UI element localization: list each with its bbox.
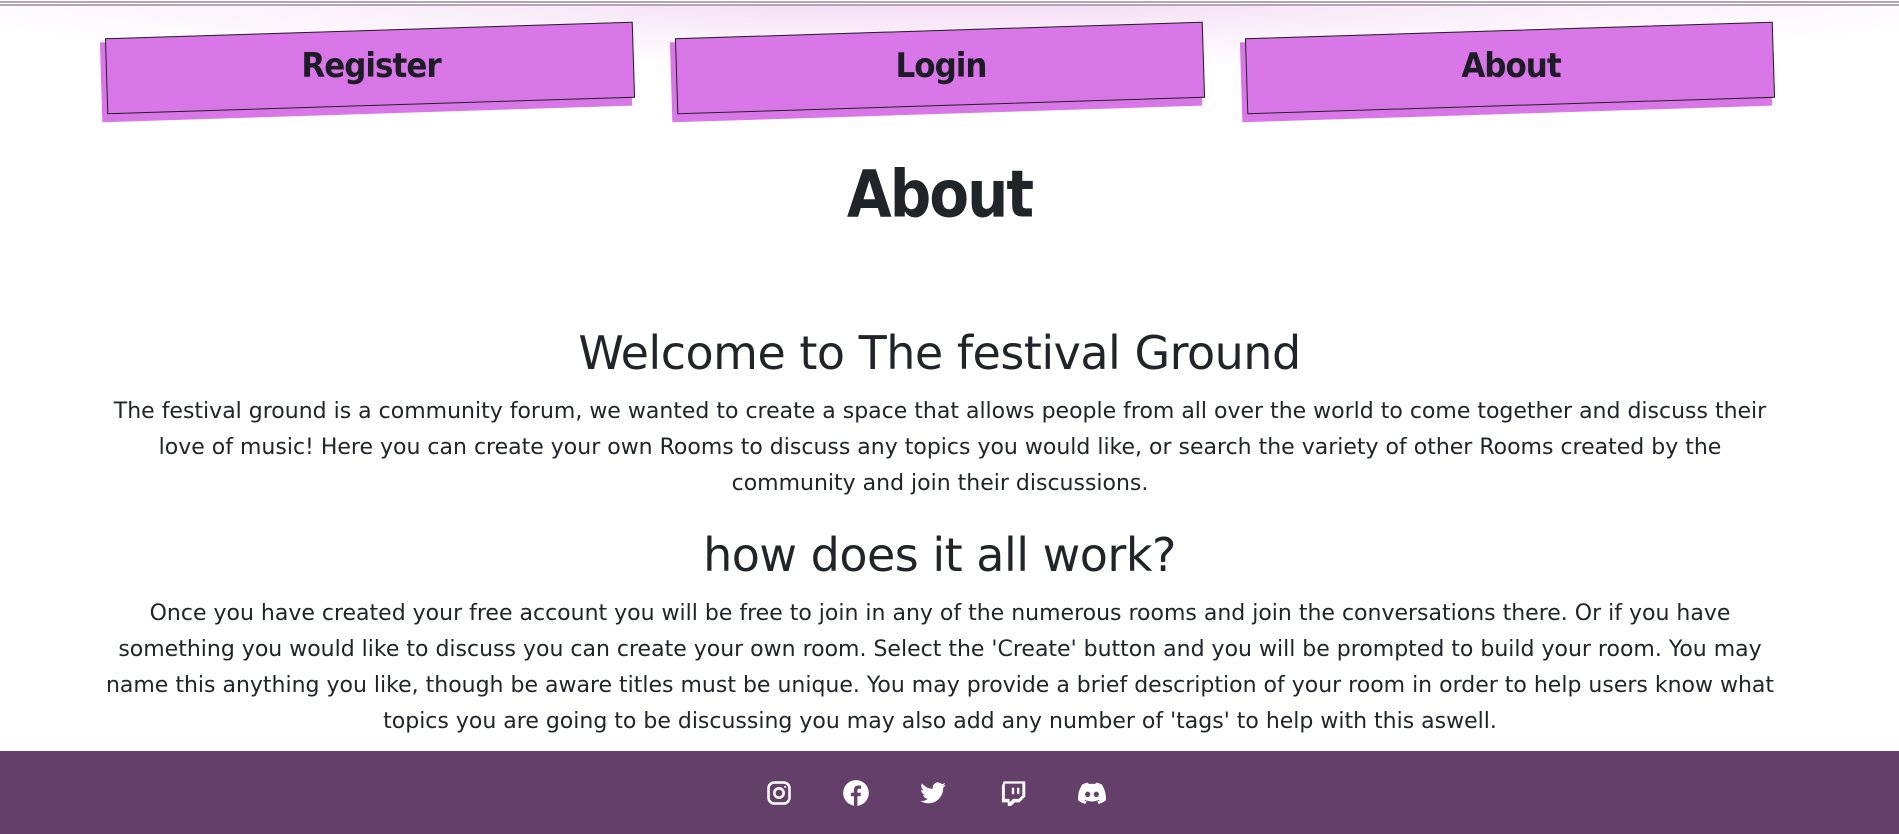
page-title: About (846, 155, 1034, 233)
about-button-label: About (1461, 46, 1561, 86)
about-button[interactable]: About (1239, 21, 1776, 123)
footer (0, 751, 1899, 834)
facebook-icon[interactable] (842, 779, 870, 807)
how-it-works-heading: how does it all work? (703, 528, 1176, 582)
welcome-text: The festival ground is a community forum… (113, 399, 1767, 496)
register-button[interactable]: Register (99, 21, 636, 123)
twitter-icon[interactable] (919, 779, 947, 807)
login-button-label: Login (895, 46, 988, 86)
instagram-icon[interactable] (765, 779, 793, 807)
main-nav: Register Login About (0, 0, 1899, 130)
welcome-heading: Welcome to The festival Ground (578, 326, 1301, 380)
twitch-icon[interactable] (999, 779, 1027, 807)
login-button[interactable]: Login (669, 21, 1206, 123)
how-it-works-text: Once you have created your free account … (105, 601, 1775, 734)
discord-icon[interactable] (1078, 779, 1106, 807)
register-button-label: Register (301, 46, 441, 86)
